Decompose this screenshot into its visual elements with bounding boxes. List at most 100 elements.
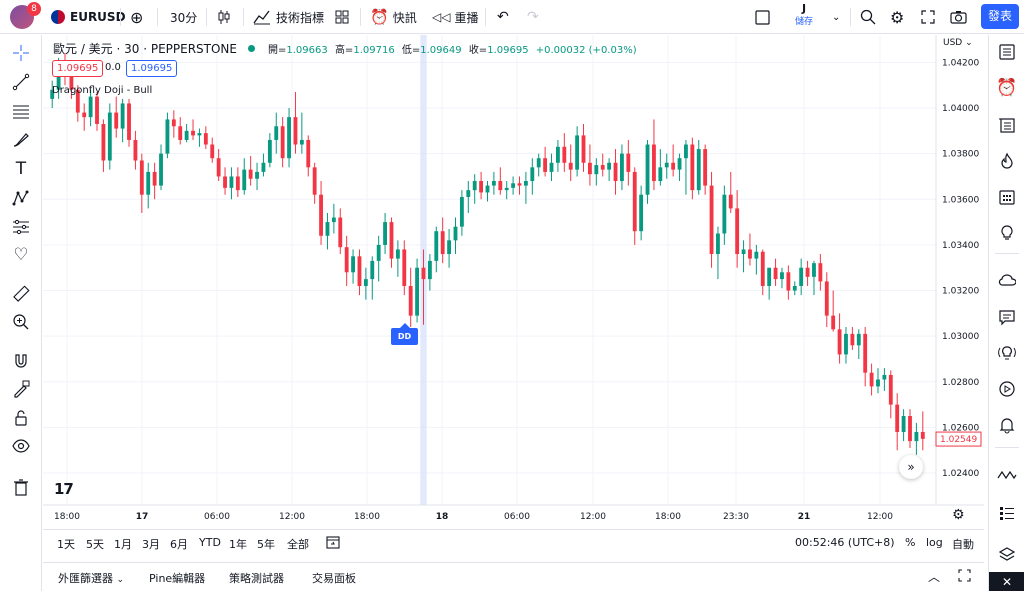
trash-icon[interactable] xyxy=(9,476,33,498)
alert-button[interactable]: ⏰ 快訊 xyxy=(370,0,417,34)
bell-icon[interactable] xyxy=(995,413,1019,437)
hotlist-icon[interactable] xyxy=(995,149,1019,173)
gear-icon[interactable]: ⚙ xyxy=(890,0,904,34)
date-range-icon[interactable] xyxy=(325,534,341,553)
ruler-icon[interactable] xyxy=(9,283,33,305)
symbol-search-button[interactable]: EURUSD xyxy=(51,0,126,34)
lock-drawing-icon[interactable] xyxy=(9,378,33,400)
search-icon[interactable] xyxy=(860,0,876,34)
range-ytd[interactable]: YTD xyxy=(199,536,221,549)
prediction-icon[interactable] xyxy=(9,216,33,238)
range-5d[interactable]: 5天 xyxy=(86,536,104,552)
maximize-panel-icon[interactable] xyxy=(958,569,971,585)
eye-icon[interactable] xyxy=(9,435,33,457)
range-1y[interactable]: 1年 xyxy=(229,536,247,552)
redo-icon[interactable]: ↷ xyxy=(527,0,539,34)
clock-time[interactable]: 00:52:46 (UTC+8) xyxy=(795,536,895,549)
range-5y[interactable]: 5年 xyxy=(257,536,275,552)
candle-body xyxy=(197,133,202,136)
unlock-icon[interactable] xyxy=(9,407,33,429)
price-chart[interactable]: 1.04200 1.04000 1.03800 1.03600 1.03400 1.032… xyxy=(43,35,984,529)
time-tick-label: 23:30 xyxy=(723,512,749,522)
settings-list-icon[interactable] xyxy=(995,501,1019,525)
fullscreen-square-icon[interactable] xyxy=(755,0,770,34)
candle xyxy=(760,249,765,296)
candle-type-icon[interactable] xyxy=(216,0,232,34)
tab-pine-editor[interactable]: Pine編輯器 xyxy=(149,570,205,586)
candle-body xyxy=(191,130,195,136)
doji-marker[interactable]: DD xyxy=(391,323,418,345)
interval-button[interactable]: 30分 xyxy=(170,0,197,34)
close-panel-icon[interactable]: ✕ xyxy=(989,572,1024,591)
ohlc-legend: 開=1.09663 高=1.09716 低=1.09649 收=1.09695 … xyxy=(268,41,637,56)
replay-button[interactable]: ◁◁ 重播 xyxy=(432,0,478,34)
list-icon[interactable] xyxy=(995,113,1019,137)
fullscreen-icon[interactable] xyxy=(921,0,935,34)
trendline-icon[interactable] xyxy=(9,71,33,93)
save-button[interactable]: J 儲存 xyxy=(789,2,819,28)
candle xyxy=(530,158,535,195)
candle xyxy=(645,139,650,204)
candle xyxy=(191,119,195,140)
range-3m[interactable]: 3月 xyxy=(142,536,160,552)
tab-trading-panel[interactable]: 交易面板 xyxy=(312,570,356,586)
candle-body xyxy=(133,139,138,161)
tab-forex-screener[interactable]: 外匯篩選器 ⌄ xyxy=(58,570,124,586)
currency-selector[interactable]: USD ⌄ xyxy=(943,38,973,48)
range-all[interactable]: 全部 xyxy=(287,536,309,552)
tradingview-logo[interactable]: 17 xyxy=(54,480,74,498)
log-toggle[interactable]: log xyxy=(926,536,943,549)
tab-strategy-tester[interactable]: 策略測試器 xyxy=(229,570,284,586)
wave-icon[interactable] xyxy=(995,463,1019,487)
text-icon[interactable]: T xyxy=(9,158,33,180)
layers-icon[interactable] xyxy=(995,543,1019,567)
pattern-indicator-label[interactable]: Dragonfly Doji - Bull xyxy=(52,85,152,96)
sell-price-button[interactable]: 1.09695 xyxy=(52,60,104,77)
camera-icon[interactable] xyxy=(950,0,967,34)
chart-pane[interactable]: 1.04200 1.04000 1.03800 1.03600 1.03400 1.032… xyxy=(43,35,984,557)
chart-title[interactable]: 歐元 / 美元 · 30 · PEPPERSTONE xyxy=(53,40,237,57)
stream-icon[interactable] xyxy=(995,377,1019,401)
buy-price-button[interactable]: 1.09695 xyxy=(126,60,178,77)
candle-body xyxy=(383,222,387,245)
candle xyxy=(453,217,458,255)
candle-body xyxy=(856,333,861,346)
candle-body xyxy=(588,162,592,175)
axis-gear-icon[interactable]: ⚙ xyxy=(952,507,965,523)
chevron-up-icon[interactable]: ︿ xyxy=(928,568,940,585)
time-tick-label: 18:00 xyxy=(54,512,80,522)
zoom-in-icon[interactable] xyxy=(9,311,33,333)
calendar-icon[interactable] xyxy=(995,185,1019,209)
chevron-down-icon[interactable]: ⌄ xyxy=(832,0,840,34)
message-icon[interactable] xyxy=(995,305,1019,329)
heart-icon[interactable]: ♡ xyxy=(9,244,33,266)
idea-icon[interactable] xyxy=(995,221,1019,245)
crosshair-icon[interactable] xyxy=(9,42,33,64)
pattern-icon[interactable] xyxy=(9,187,33,209)
lightbulb-icon[interactable] xyxy=(995,341,1019,365)
range-1m[interactable]: 1月 xyxy=(114,536,132,552)
alarm-icon[interactable]: ⏰ xyxy=(995,76,1019,100)
candle-body xyxy=(523,181,528,186)
candle-body xyxy=(223,176,227,188)
candle-body xyxy=(677,158,682,170)
percent-toggle[interactable]: % xyxy=(905,536,915,549)
candle-body xyxy=(415,267,420,316)
candle xyxy=(831,290,836,332)
scroll-to-realtime-button[interactable]: » xyxy=(899,455,923,479)
candle-body xyxy=(908,416,912,442)
indicators-button[interactable]: 技術指標 xyxy=(253,0,324,34)
publish-button[interactable]: 發表 xyxy=(981,4,1019,29)
compare-plus-icon[interactable]: ⊕ xyxy=(130,0,143,34)
chat-icon[interactable] xyxy=(995,268,1019,292)
fib-icon[interactable] xyxy=(9,100,33,122)
watchlist-icon[interactable] xyxy=(995,40,1019,64)
brush-icon[interactable] xyxy=(9,129,33,151)
layout-grid-icon[interactable] xyxy=(335,0,349,34)
auto-toggle[interactable]: 自動 xyxy=(952,536,974,552)
range-1d[interactable]: 1天 xyxy=(57,536,75,552)
undo-icon[interactable]: ↶ xyxy=(497,0,509,34)
right-widget-toolbar: ⏰ ✕ xyxy=(988,35,1024,591)
range-6m[interactable]: 6月 xyxy=(170,536,188,552)
magnet-icon[interactable] xyxy=(9,350,33,372)
